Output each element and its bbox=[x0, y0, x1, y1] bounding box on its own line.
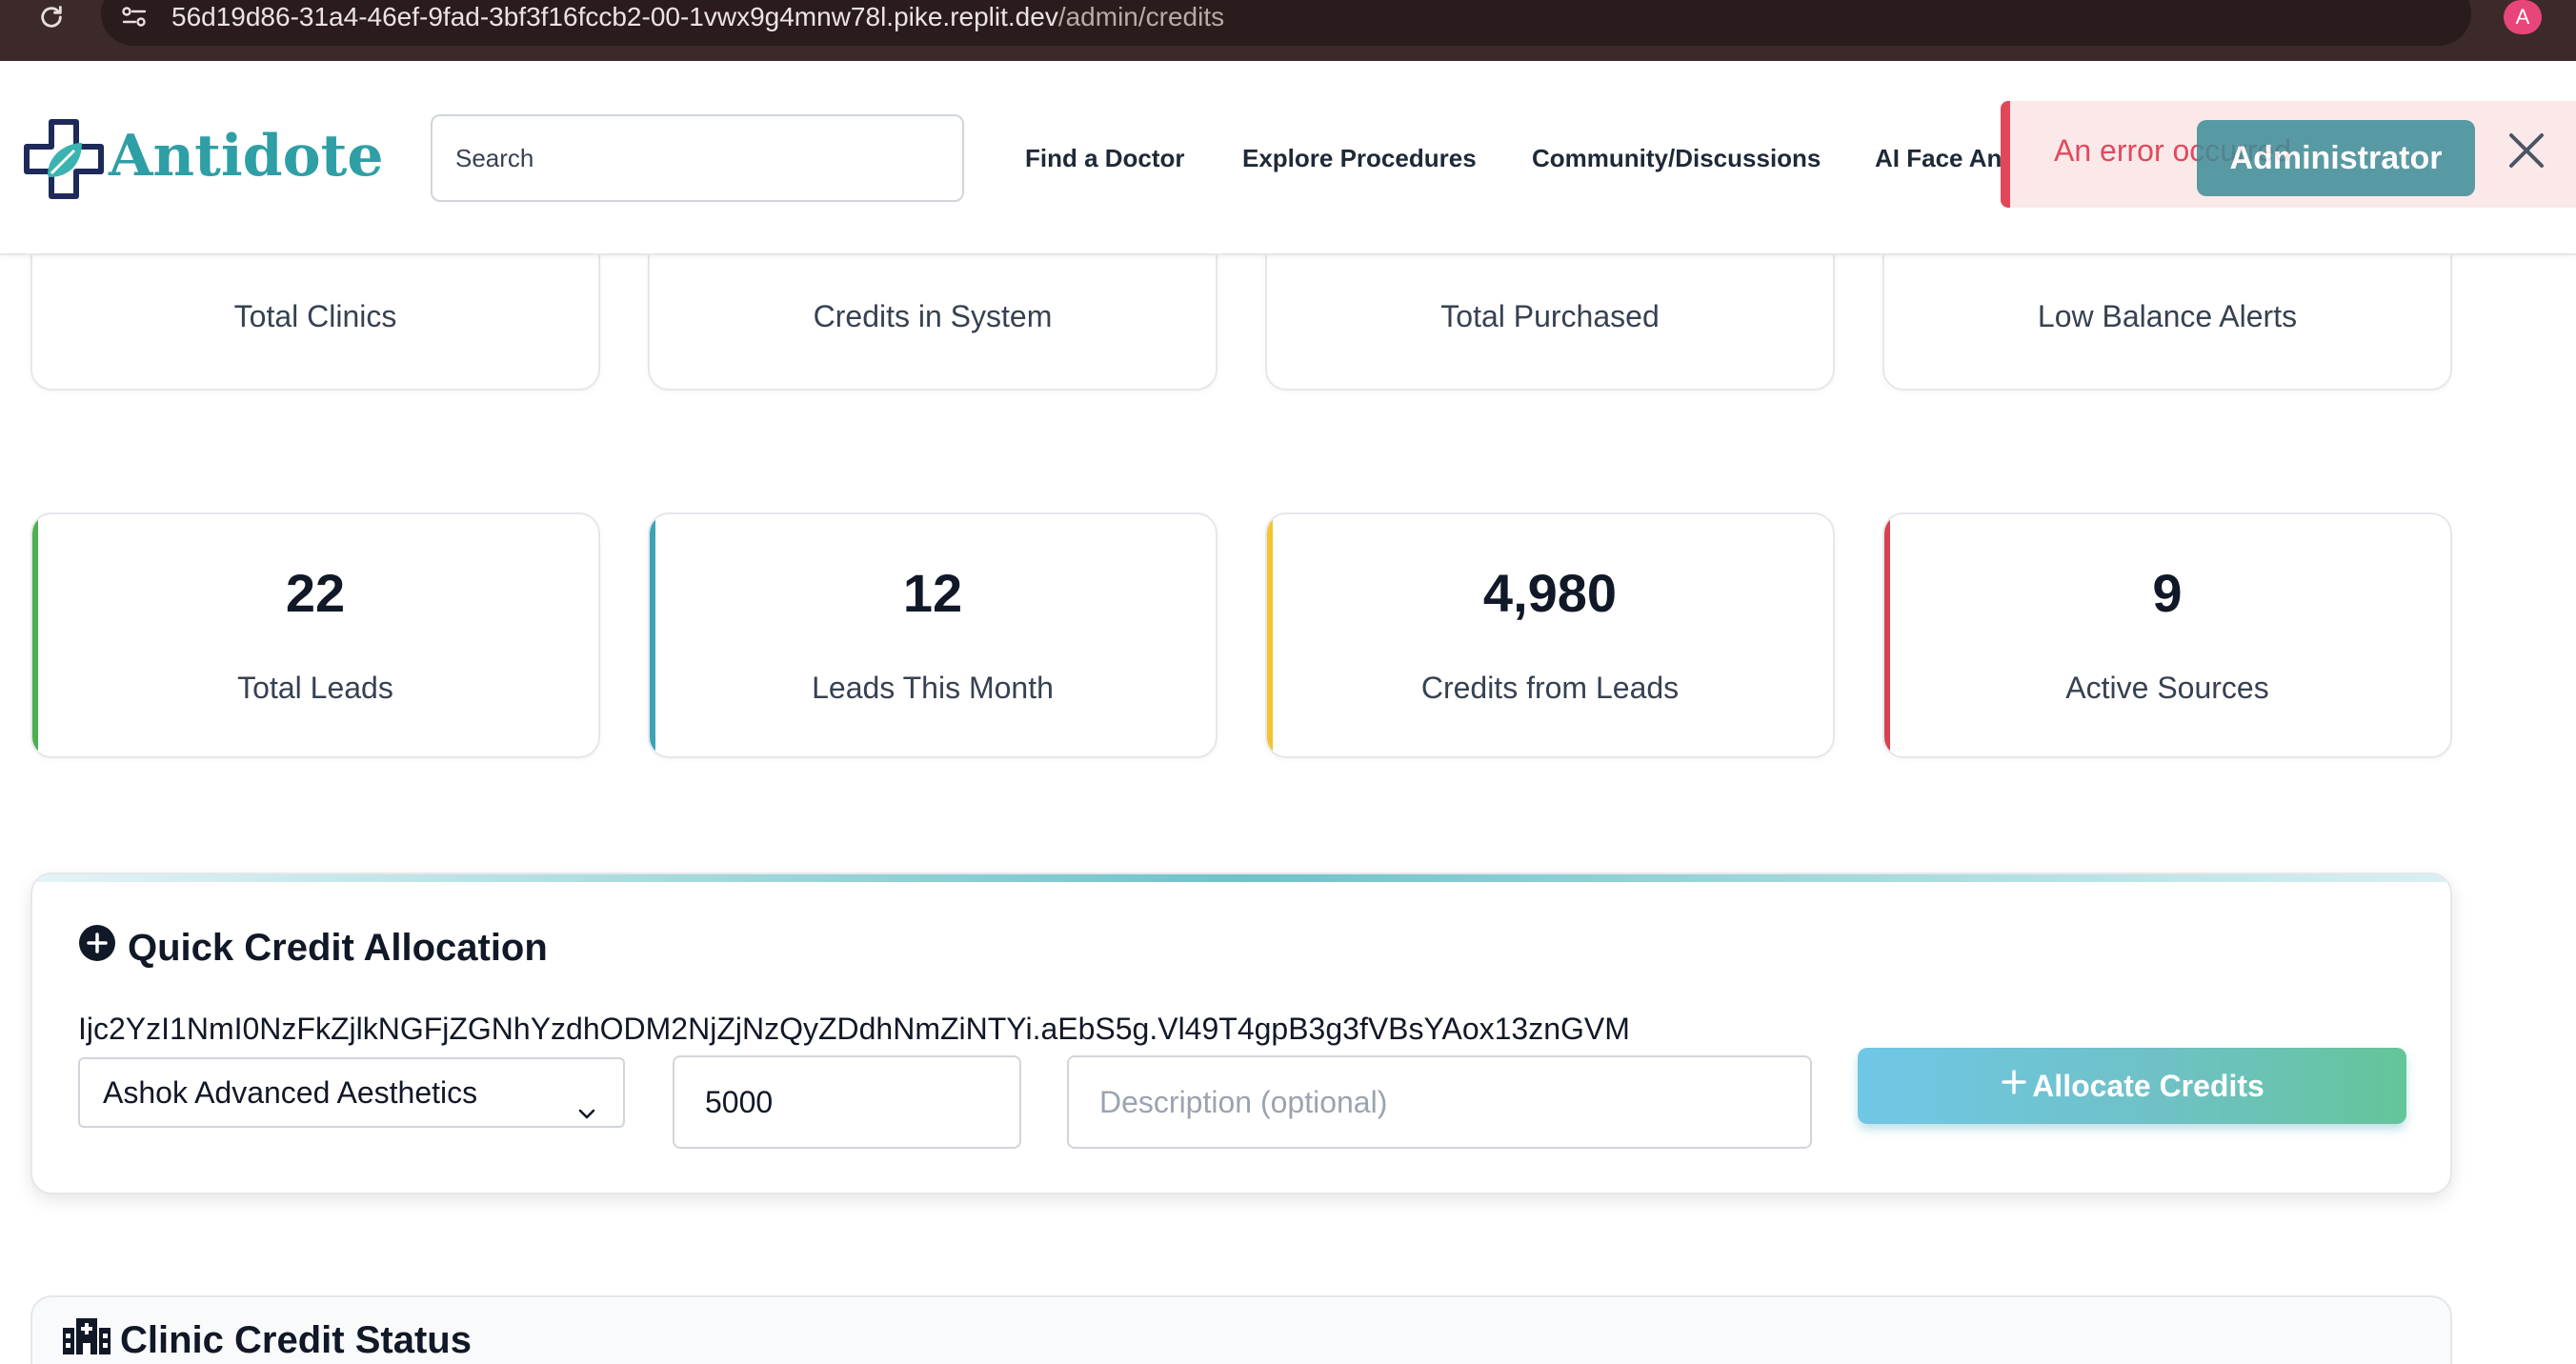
nav-explore-procedures[interactable]: Explore Procedures bbox=[1242, 141, 1477, 175]
browser-toolbar: 56d19d86-31a4-46ef-9fad-3bf3f16fccb2-00-… bbox=[0, 0, 2576, 61]
quick-credit-allocation-panel: Quick Credit Allocation Ijc2YzI1NmI0NzFk… bbox=[30, 873, 2452, 1194]
stat-label: Credits in System bbox=[813, 299, 1053, 333]
stat-card-active-sources: 9 Active Sources bbox=[1882, 512, 2452, 758]
status-panel-title: Clinic Credit Status bbox=[61, 1316, 472, 1364]
administrator-button[interactable]: Administrator bbox=[2197, 120, 2475, 196]
antidote-logo-icon[interactable] bbox=[23, 118, 109, 204]
panel-title: Quick Credit Allocation bbox=[78, 924, 548, 972]
page: 56d19d86-31a4-46ef-9fad-3bf3f16fccb2-00-… bbox=[0, 0, 2576, 1364]
stat-label: Total Clinics bbox=[233, 299, 397, 333]
stat-value: 9 bbox=[2152, 563, 2183, 623]
card-accent-bar bbox=[1884, 514, 1890, 756]
panel-title-text: Quick Credit Allocation bbox=[128, 926, 548, 969]
stat-card-credits-from-leads: 4,980 Credits from Leads bbox=[1265, 512, 1835, 758]
token-text: Ijc2YzI1NmI0NzFkZjlkNGFjZGNhYzdhODM2NjZj… bbox=[78, 1012, 1630, 1046]
stat-label: Total Leads bbox=[237, 671, 393, 705]
card-accent-bar bbox=[650, 514, 655, 756]
card-accent-bar bbox=[1267, 514, 1273, 756]
status-title-text: Clinic Credit Status bbox=[120, 1318, 472, 1361]
credit-amount-input[interactable] bbox=[673, 1055, 1021, 1149]
card-accent-bar bbox=[32, 514, 38, 756]
address-bar[interactable]: 56d19d86-31a4-46ef-9fad-3bf3f16fccb2-00-… bbox=[101, 0, 2537, 46]
stat-value: 22 bbox=[285, 563, 346, 623]
site-settings-icon[interactable] bbox=[120, 6, 154, 34]
stat-card-leads-this-month: 12 Leads This Month bbox=[648, 512, 1218, 758]
stat-value: 4,980 bbox=[1482, 563, 1618, 623]
stat-label: Active Sources bbox=[2065, 671, 2269, 705]
panel-accent-bar bbox=[32, 874, 2450, 882]
allocate-credits-button[interactable]: Allocate Credits bbox=[1858, 1048, 2406, 1124]
clinic-select[interactable]: Ashok Advanced Aesthetics bbox=[78, 1057, 625, 1128]
search-input[interactable] bbox=[431, 114, 964, 202]
profile-avatar[interactable]: A bbox=[2504, 0, 2542, 34]
url-text: 56d19d86-31a4-46ef-9fad-3bf3f16fccb2-00-… bbox=[171, 0, 1224, 34]
plus-circle-icon bbox=[78, 924, 116, 972]
brand-name[interactable]: Antidote bbox=[109, 120, 384, 192]
stat-label: Total Purchased bbox=[1440, 299, 1660, 333]
stat-label: Leads This Month bbox=[812, 671, 1054, 705]
nav-community-discussions[interactable]: Community/Discussions bbox=[1532, 141, 1821, 175]
chevron-down-icon bbox=[575, 1082, 598, 1119]
stat-label: Low Balance Alerts bbox=[2037, 299, 2298, 333]
clinic-select-value: Ashok Advanced Aesthetics bbox=[103, 1075, 478, 1110]
close-icon[interactable] bbox=[2506, 130, 2551, 175]
clinic-credit-status-panel: Clinic Credit Status bbox=[30, 1295, 2452, 1364]
url-path: /admin/credits bbox=[1057, 2, 1225, 31]
reload-icon[interactable] bbox=[34, 0, 69, 34]
stat-card-total-leads: 22 Total Leads bbox=[30, 512, 600, 758]
hospital-icon bbox=[61, 1316, 112, 1364]
plus-icon bbox=[2000, 1068, 2028, 1104]
description-input[interactable] bbox=[1067, 1055, 1812, 1149]
stat-value: 12 bbox=[902, 563, 963, 623]
nav-find-a-doctor[interactable]: Find a Doctor bbox=[1025, 141, 1185, 175]
url-host: 56d19d86-31a4-46ef-9fad-3bf3f16fccb2-00-… bbox=[171, 2, 1058, 31]
stat-label: Credits from Leads bbox=[1420, 671, 1680, 705]
app-header: Antidote Find a Doctor Explore Procedure… bbox=[0, 61, 2576, 255]
allocate-credits-label: Allocate Credits bbox=[2032, 1068, 2264, 1103]
